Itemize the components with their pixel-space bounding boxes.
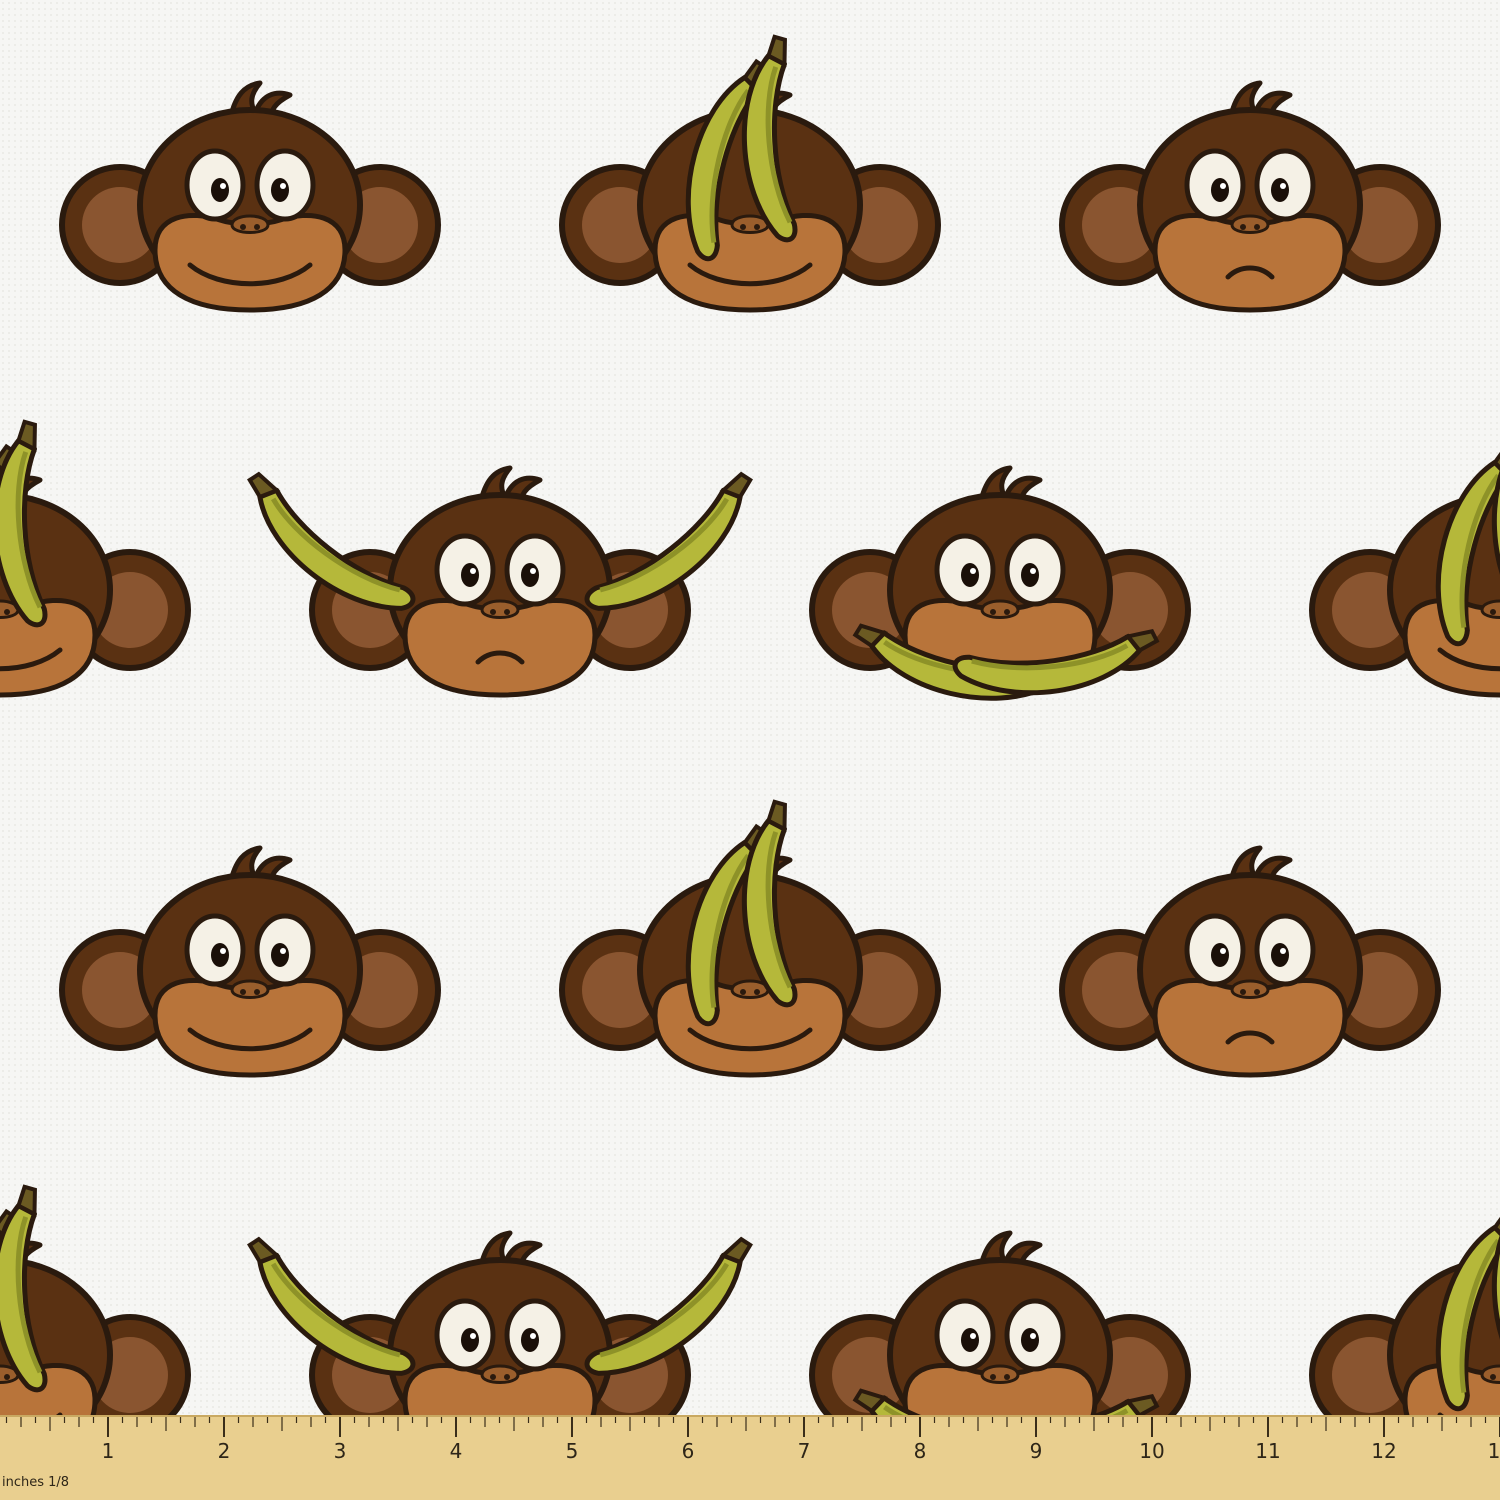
ruler-number: 9	[1029, 1439, 1043, 1463]
ruler-number: 8	[913, 1439, 927, 1463]
ruler-number: 11	[1255, 1439, 1281, 1463]
ruler-number: 6	[681, 1439, 695, 1463]
ruler-units-label: inches 1/8	[2, 1475, 70, 1490]
measuring-ruler: 1 2 3 4 5 6 7 8 9 10 11 12 1 inches 1/8	[0, 1415, 1500, 1500]
ruler-number: 1	[1487, 1439, 1500, 1463]
ruler-number: 3	[333, 1439, 347, 1463]
ruler-number: 5	[565, 1439, 579, 1463]
fabric-pattern	[0, 0, 1500, 1415]
ruler-number: 4	[449, 1439, 463, 1463]
ruler-number: 7	[797, 1439, 811, 1463]
ruler-number: 12	[1371, 1439, 1397, 1463]
ruler-number: 1	[101, 1439, 115, 1463]
ruler-number: 2	[217, 1439, 231, 1463]
ruler-number: 10	[1139, 1439, 1165, 1463]
